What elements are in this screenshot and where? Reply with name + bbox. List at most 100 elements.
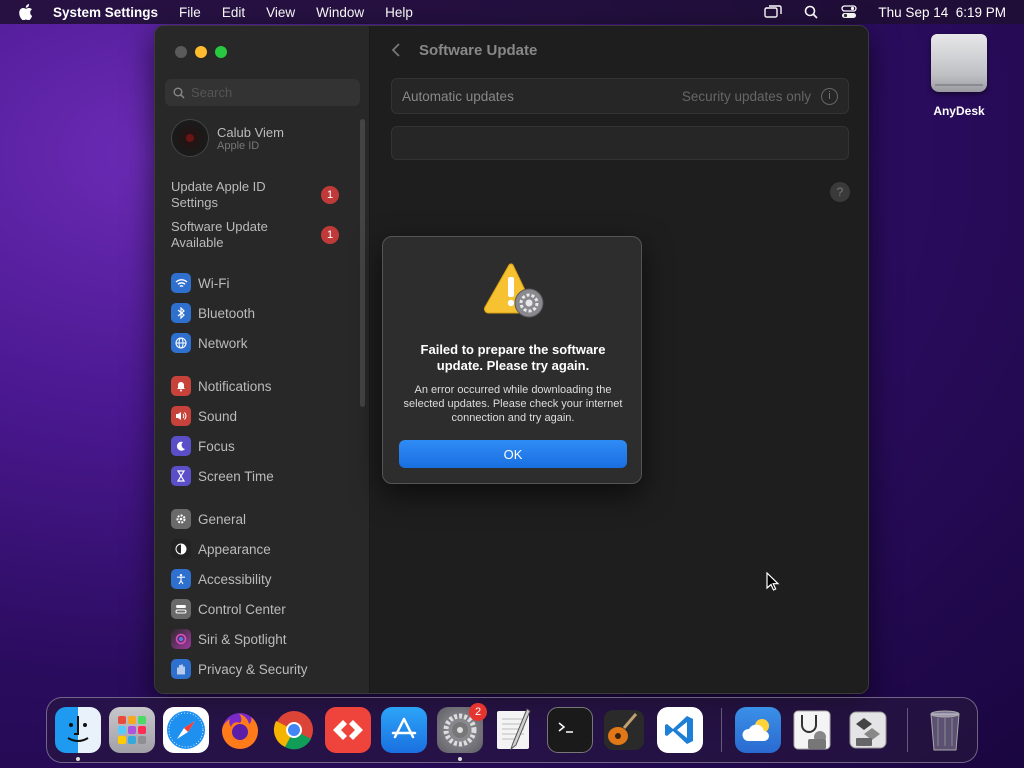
sidebar-item-control-center[interactable]: Control Center xyxy=(171,597,346,621)
apple-id-profile[interactable]: Calub Viem Apple ID xyxy=(171,119,284,157)
dock-system-settings[interactable]: 2 xyxy=(437,703,487,753)
menu-file[interactable]: File xyxy=(179,5,201,20)
minimize-button[interactable] xyxy=(195,46,207,58)
sidebar-alert-apple-id[interactable]: Update Apple ID Settings 1 xyxy=(171,179,351,211)
dock-finder[interactable] xyxy=(55,707,101,753)
sidebar-item-label: Bluetooth xyxy=(198,305,256,321)
sidebar-item-notifications[interactable]: Notifications xyxy=(171,374,346,398)
ok-button[interactable]: OK xyxy=(399,440,627,468)
automatic-updates-row: Automatic updates Security updates only … xyxy=(391,78,849,114)
migration-assistant-icon xyxy=(849,711,887,749)
sidebar-item-bluetooth[interactable]: Bluetooth xyxy=(171,301,346,325)
dock-garageband[interactable] xyxy=(601,707,647,753)
control-center-icon[interactable] xyxy=(840,5,858,19)
network-icon xyxy=(171,333,191,353)
dock-terminal[interactable] xyxy=(547,707,593,753)
control-center-icon xyxy=(171,599,191,619)
sidebar-item-siri-spotlight[interactable]: Siri & Spotlight xyxy=(171,627,346,651)
sidebar-item-label: Accessibility xyxy=(198,571,272,587)
siri-icon xyxy=(171,629,191,649)
dock-separator xyxy=(907,708,908,752)
menubar-clock[interactable]: Thu Sep 14 6:19 PM xyxy=(878,5,1006,20)
search-input[interactable] xyxy=(191,85,351,100)
sidebar: Calub Viem Apple ID Update Apple ID Sett… xyxy=(155,26,370,693)
dock-weather[interactable] xyxy=(735,707,781,753)
sidebar-item-label: Screen Time xyxy=(198,468,274,484)
gear-icon xyxy=(171,509,191,529)
desktop-icon-label: AnyDesk xyxy=(933,104,985,118)
help-button[interactable]: ? xyxy=(830,182,850,202)
window-controls xyxy=(175,46,227,58)
dock-separator xyxy=(721,708,722,752)
guitar-icon xyxy=(604,710,644,750)
back-chevron-icon[interactable] xyxy=(391,42,401,63)
dock-textedit[interactable] xyxy=(491,707,537,753)
close-button[interactable] xyxy=(175,46,187,58)
search-icon xyxy=(173,87,185,99)
sidebar-item-general[interactable]: General xyxy=(165,504,346,532)
notification-badge: 2 xyxy=(469,703,487,721)
sidebar-item-label: General xyxy=(198,511,247,527)
dock-launchpad[interactable] xyxy=(109,707,155,753)
search-field[interactable] xyxy=(165,79,360,106)
dock-safari[interactable] xyxy=(163,707,209,753)
sidebar-item-network[interactable]: Network xyxy=(171,331,346,355)
menu-edit[interactable]: Edit xyxy=(222,5,245,20)
sidebar-item-label: Appearance xyxy=(198,541,271,557)
weather-icon xyxy=(742,719,769,741)
accessibility-icon xyxy=(171,569,191,589)
sidebar-item-focus[interactable]: Focus xyxy=(171,434,346,458)
sidebar-alert-software-update[interactable]: Software Update Available 1 xyxy=(171,219,351,251)
dock-trash[interactable] xyxy=(922,707,968,753)
anydesk-icon xyxy=(333,720,363,740)
disk-utility-icon xyxy=(793,710,831,750)
sidebar-item-label: Network xyxy=(198,335,248,351)
sidebar-item-sound[interactable]: Sound xyxy=(171,404,346,428)
screen-mirroring-icon[interactable] xyxy=(764,5,783,19)
spotlight-search-icon[interactable] xyxy=(802,5,820,19)
desktop-icon-anydesk[interactable]: AnyDesk xyxy=(924,34,994,118)
menu-view[interactable]: View xyxy=(266,5,295,20)
automatic-updates-label: Automatic updates xyxy=(402,88,514,104)
menu-app-name[interactable]: System Settings xyxy=(53,5,158,20)
sidebar-item-label: Focus xyxy=(198,438,235,454)
dialog-message: An error occurred while downloading the … xyxy=(403,384,623,424)
dock-disk-utility[interactable] xyxy=(789,707,835,753)
info-icon[interactable]: i xyxy=(821,87,838,105)
sidebar-item-label: Control Center xyxy=(198,601,286,617)
dock-anydesk[interactable] xyxy=(325,707,371,753)
appearance-icon xyxy=(171,539,191,559)
sidebar-item-privacy-security[interactable]: Privacy & Security xyxy=(171,657,346,681)
drive-icon xyxy=(931,34,987,92)
terminal-icon xyxy=(558,722,573,733)
sidebar-item-appearance[interactable]: Appearance xyxy=(171,537,346,561)
dock-firefox[interactable] xyxy=(217,707,263,753)
menubar: System Settings File Edit View Window He… xyxy=(0,0,1024,24)
textedit-icon xyxy=(497,708,531,751)
sidebar-scrollbar[interactable] xyxy=(360,119,365,407)
dock-migration-assistant[interactable] xyxy=(845,707,891,753)
bell-icon xyxy=(171,376,191,396)
zoom-button[interactable] xyxy=(215,46,227,58)
apple-menu-icon[interactable] xyxy=(19,4,35,20)
sidebar-item-accessibility[interactable]: Accessibility xyxy=(171,567,346,591)
dock-vscode[interactable] xyxy=(657,707,703,753)
sidebar-item-screen-time[interactable]: Screen Time xyxy=(171,464,346,488)
dock: 2 xyxy=(46,697,978,763)
vscode-icon xyxy=(665,716,693,744)
chrome-icon xyxy=(273,711,313,750)
finder-icon xyxy=(67,716,89,742)
dock-chrome[interactable] xyxy=(271,707,317,753)
running-indicator xyxy=(458,757,462,761)
automatic-updates-value: Security updates only xyxy=(681,88,811,104)
menu-window[interactable]: Window xyxy=(316,5,364,20)
sidebar-item-wifi[interactable]: Wi-Fi xyxy=(171,271,346,295)
sidebar-item-label: Siri & Spotlight xyxy=(198,631,287,647)
profile-name: Calub Viem xyxy=(217,124,284,140)
dock-app-store[interactable] xyxy=(381,707,427,753)
alert-label: Update Apple ID Settings xyxy=(171,179,266,210)
dialog-title: Failed to prepare the software update. P… xyxy=(420,342,606,373)
speaker-icon xyxy=(171,406,191,426)
app-store-icon xyxy=(391,717,417,739)
menu-help[interactable]: Help xyxy=(385,5,413,20)
